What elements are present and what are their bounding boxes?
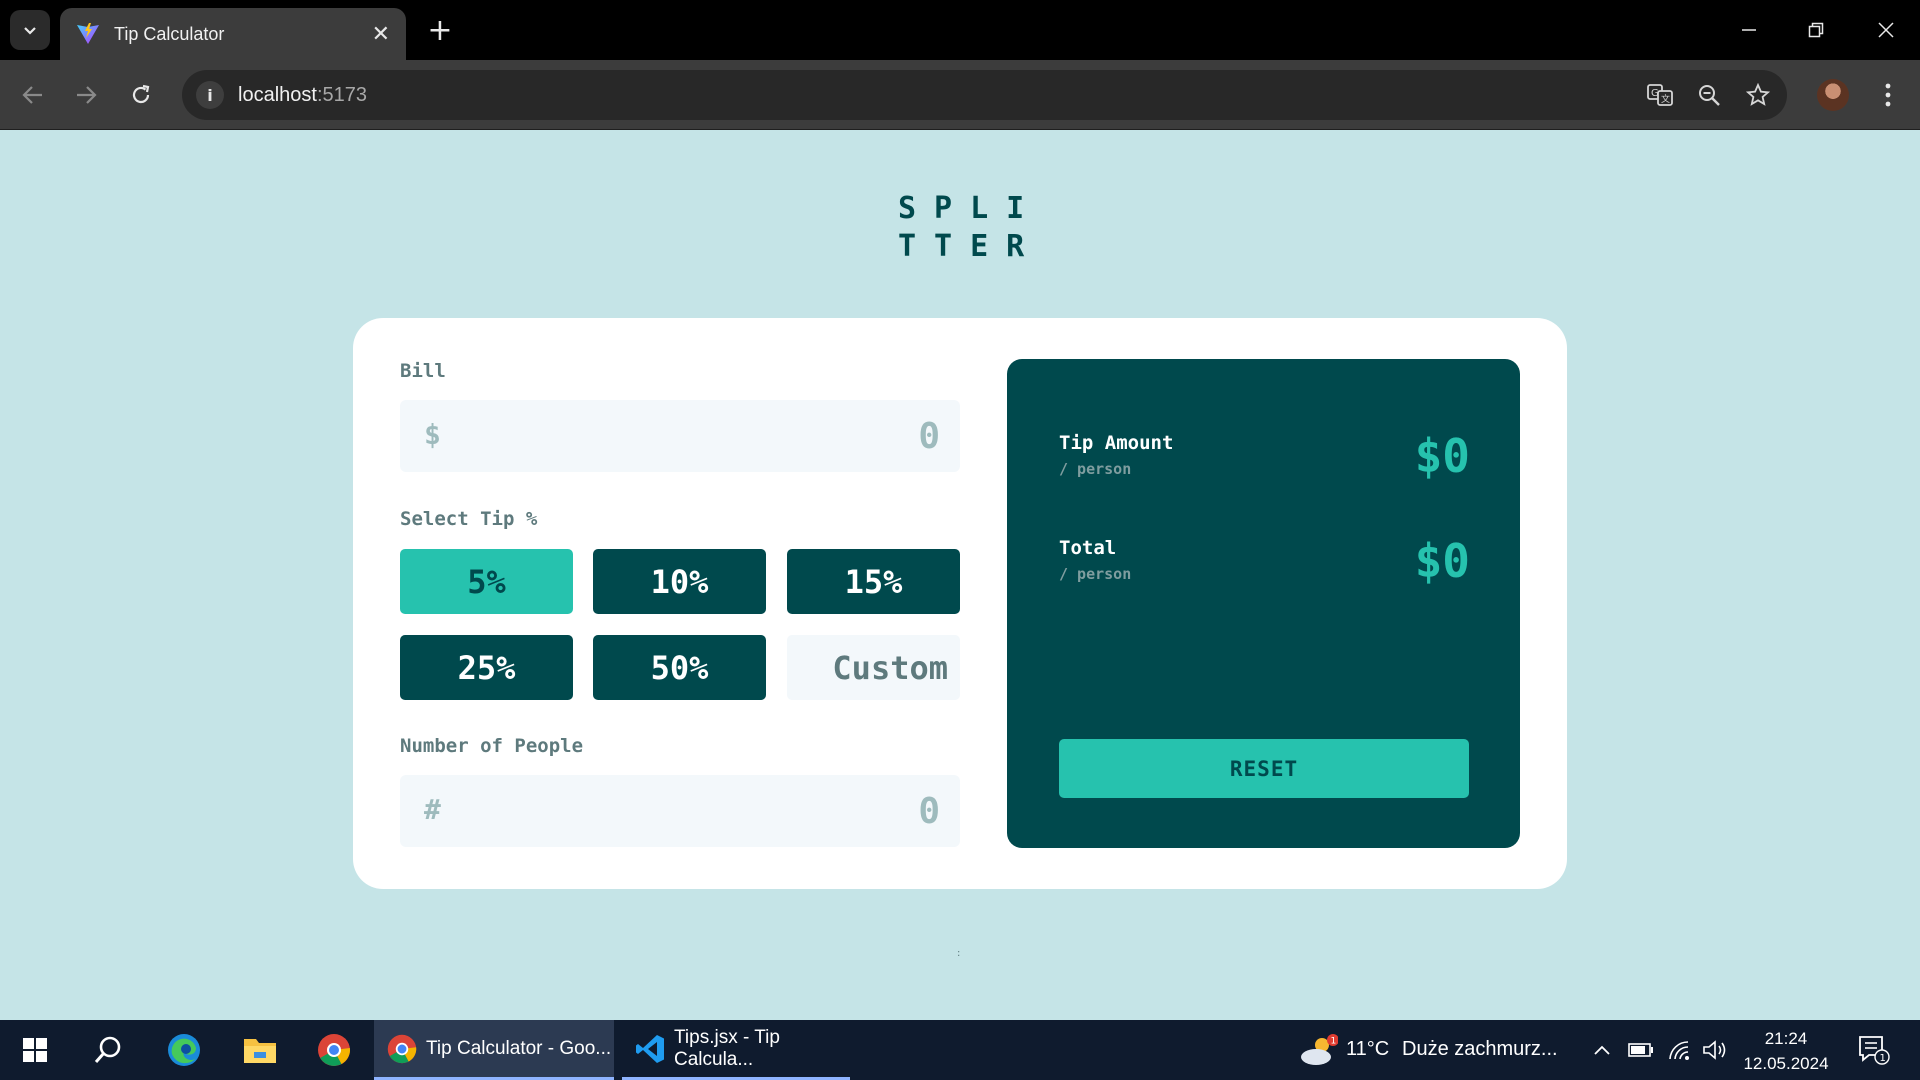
battery-icon[interactable] bbox=[1624, 1030, 1658, 1070]
vite-logo-icon bbox=[77, 23, 99, 44]
profile-avatar[interactable] bbox=[1817, 79, 1849, 111]
bill-input[interactable] bbox=[540, 412, 940, 460]
address-bar[interactable]: i localhost:5173 G文 bbox=[182, 70, 1787, 120]
tip-amount-per-person: / person bbox=[1059, 460, 1132, 478]
search-icon[interactable] bbox=[88, 1030, 128, 1070]
zoom-icon[interactable] bbox=[1692, 78, 1726, 112]
translate-icon[interactable]: G文 bbox=[1643, 78, 1677, 112]
tip-5-button[interactable]: 5% bbox=[400, 549, 573, 614]
total-value: $0 bbox=[1414, 534, 1470, 588]
reload-icon[interactable] bbox=[119, 73, 163, 117]
clock-date: 12.05.2024 bbox=[1743, 1054, 1829, 1073]
browser-tab[interactable]: Tip Calculator ✕ bbox=[60, 8, 406, 60]
app-logo: SPLI TTER bbox=[880, 190, 1030, 266]
speaker-icon[interactable] bbox=[1698, 1030, 1732, 1070]
star-icon[interactable] bbox=[1741, 78, 1775, 112]
url-host: localhost bbox=[238, 83, 317, 106]
taskbar-chrome-window[interactable]: Tip Calculator - Goo... bbox=[374, 1020, 614, 1080]
total-label: Total bbox=[1059, 537, 1117, 559]
plus-icon[interactable]: + bbox=[420, 10, 460, 50]
forward-arrow-icon[interactable] bbox=[64, 73, 108, 117]
tab-search-icon[interactable] bbox=[10, 10, 50, 50]
clock-time: 21:24 bbox=[1764, 1029, 1808, 1048]
weather-desc: Duże zachmurz... bbox=[1402, 1038, 1558, 1060]
edge-icon[interactable] bbox=[164, 1030, 204, 1070]
windows-taskbar: Tip Calculator - Goo... Tips.jsx - Tip C… bbox=[0, 1020, 1920, 1080]
notification-count: 1 bbox=[1880, 1053, 1886, 1064]
kebab-menu-icon[interactable] bbox=[1870, 73, 1906, 117]
tip-50-button[interactable]: 50% bbox=[593, 635, 766, 700]
browser-toolbar: i localhost:5173 G文 bbox=[0, 60, 1920, 130]
tab-title: Tip Calculator bbox=[114, 23, 225, 44]
taskbar-vscode-label: Tips.jsx - Tip Calcula... bbox=[674, 1026, 780, 1070]
windows-start-icon[interactable] bbox=[15, 1030, 55, 1070]
people-field: # bbox=[400, 775, 960, 847]
taskbar-chrome-label: Tip Calculator - Goo... bbox=[426, 1037, 612, 1059]
chevron-up-icon[interactable] bbox=[1585, 1030, 1619, 1070]
select-tip-label: Select Tip % bbox=[400, 508, 538, 530]
notification-icon[interactable]: 1 bbox=[1852, 1030, 1896, 1070]
chrome-icon[interactable] bbox=[314, 1030, 354, 1070]
people-label: Number of People bbox=[400, 735, 584, 757]
weather-icon[interactable]: 1 bbox=[1296, 1030, 1340, 1070]
chrome-icon bbox=[387, 1034, 417, 1063]
restore-icon[interactable] bbox=[1794, 8, 1838, 52]
file-explorer-icon[interactable] bbox=[240, 1030, 280, 1070]
attribution-dot: : bbox=[957, 948, 961, 959]
bill-field: $ bbox=[400, 400, 960, 472]
tip-amount-label: Tip Amount bbox=[1059, 432, 1174, 454]
tip-15-button[interactable]: 15% bbox=[787, 549, 960, 614]
logo-line-1: SPLI bbox=[898, 191, 1043, 226]
reset-button[interactable]: RESET bbox=[1059, 739, 1469, 798]
results-panel: Tip Amount / person $0 Total / person $0… bbox=[1007, 359, 1520, 848]
tip-amount-value: $0 bbox=[1414, 429, 1470, 483]
minimize-icon[interactable] bbox=[1727, 8, 1771, 52]
info-icon[interactable]: i bbox=[196, 81, 224, 109]
tip-10-button[interactable]: 10% bbox=[593, 549, 766, 614]
svg-text:文: 文 bbox=[1661, 93, 1670, 105]
vscode-icon bbox=[636, 1034, 664, 1063]
close-window-icon[interactable] bbox=[1864, 8, 1908, 52]
system-clock[interactable]: 21:24 12.05.2024 bbox=[1740, 1026, 1832, 1076]
people-input[interactable] bbox=[540, 787, 940, 835]
person-icon: # bbox=[424, 793, 441, 826]
total-per-person: / person bbox=[1059, 565, 1132, 583]
tip-25-button[interactable]: 25% bbox=[400, 635, 573, 700]
calculator-card: Bill $ Select Tip % 5% 10% 15% 25% 50% N… bbox=[353, 318, 1567, 889]
bill-label: Bill bbox=[400, 360, 446, 382]
logo-line-2: TTER bbox=[898, 229, 1043, 264]
taskbar-vscode-window[interactable]: Tips.jsx - Tip Calcula... bbox=[622, 1020, 850, 1080]
close-icon[interactable]: ✕ bbox=[372, 22, 390, 47]
weather-temp: 11°C bbox=[1346, 1038, 1390, 1060]
browser-tab-strip: Tip Calculator ✕ + bbox=[0, 0, 1920, 60]
back-arrow-icon[interactable] bbox=[11, 73, 55, 117]
custom-tip-input[interactable] bbox=[787, 635, 960, 700]
weather-badge: 1 bbox=[1331, 1037, 1337, 1047]
wifi-icon[interactable] bbox=[1662, 1030, 1696, 1070]
url-port: :5173 bbox=[316, 83, 367, 106]
dollar-icon: $ bbox=[424, 418, 441, 451]
